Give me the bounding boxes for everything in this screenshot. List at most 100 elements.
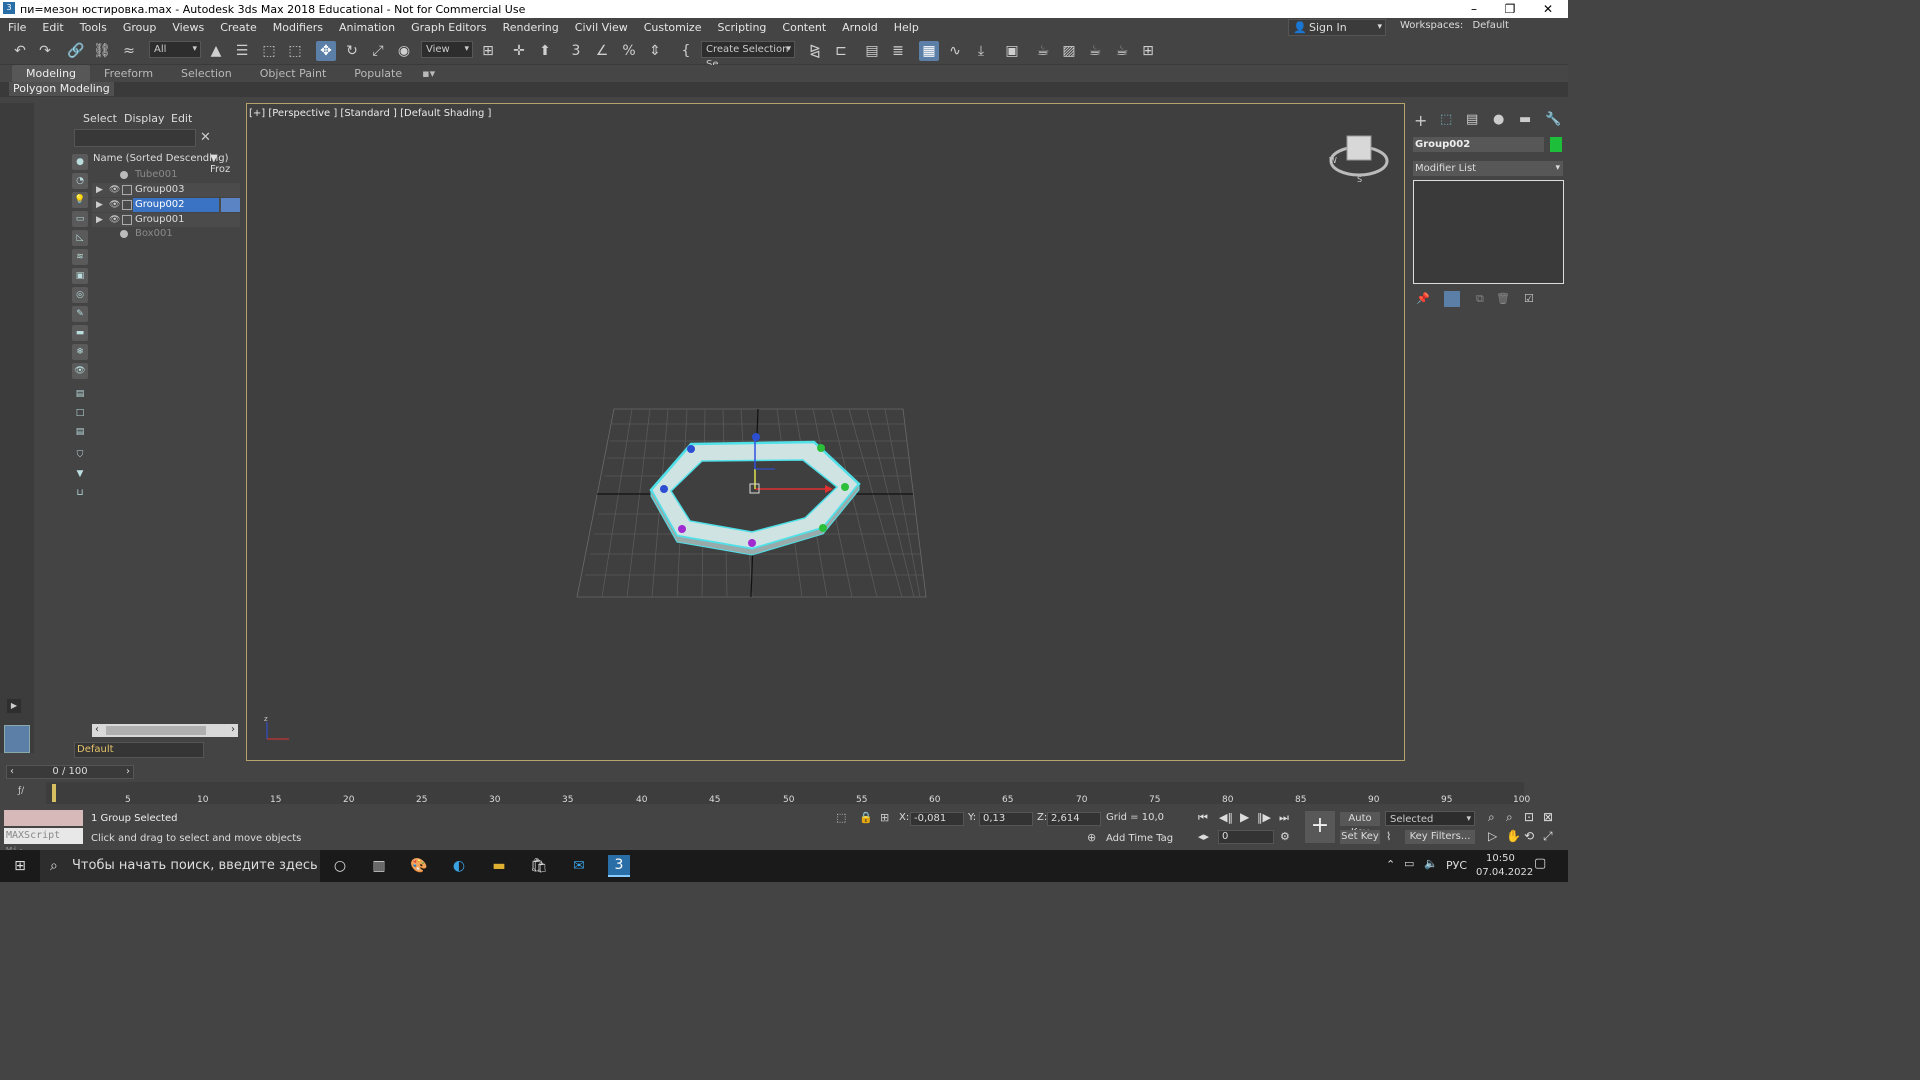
scene-horizontal-scrollbar[interactable]: ‹ › <box>92 724 238 737</box>
material-editor-icon[interactable]: ▣ <box>1002 41 1022 61</box>
display-shapes-icon[interactable]: ◔ <box>72 173 88 189</box>
play-icon[interactable]: ▶ <box>1240 810 1249 824</box>
window-crossing-icon[interactable]: ⬚ <box>285 41 305 61</box>
display-hidden-icon[interactable]: 👁 <box>72 363 88 379</box>
scene-row-group003[interactable]: ▶ 👁 Group003 <box>92 183 240 197</box>
menu-create[interactable]: Create <box>212 21 265 34</box>
taskbar-search[interactable]: ⌕ Чтобы начать поиск, введите здесь <box>40 850 320 882</box>
next-key-icon[interactable]: ‖▶ <box>1257 811 1271 824</box>
redo-icon[interactable]: ↷ <box>35 41 55 61</box>
make-unique-icon[interactable]: ⧉ <box>1476 292 1484 306</box>
clock-date[interactable]: 07.04.2022 <box>1476 867 1533 878</box>
filter-children-icon[interactable]: ⛉ <box>72 447 88 463</box>
layer-dropdown[interactable]: Default <box>74 742 204 758</box>
render-production-icon[interactable]: ☕ <box>1085 41 1105 61</box>
eye-icon[interactable]: 👁 <box>109 213 120 227</box>
create-tab-icon[interactable]: + <box>1414 111 1427 130</box>
notifications-icon[interactable]: ▢ <box>1534 856 1546 871</box>
menu-scripting[interactable]: Scripting <box>709 21 774 34</box>
scene-row-box001[interactable]: Box001 <box>92 227 240 241</box>
undo-icon[interactable]: ↶ <box>10 41 30 61</box>
orbit-icon[interactable]: ⟲ <box>1524 829 1534 843</box>
add-time-tag[interactable]: Add Time Tag <box>1106 833 1173 844</box>
select-move-icon[interactable]: ✥ <box>316 41 336 61</box>
expand-arrow-icon[interactable]: ▶ <box>96 198 103 212</box>
display-spacewarps-icon[interactable]: ≋ <box>72 249 88 265</box>
angle-snap-icon[interactable]: ∠ <box>592 41 612 61</box>
tab-populate[interactable]: Populate <box>340 65 416 82</box>
modifier-stack[interactable] <box>1413 180 1564 284</box>
select-scale-icon[interactable]: ⤢ <box>368 41 388 61</box>
select-place-icon[interactable]: ◉ <box>394 41 414 61</box>
remove-modifier-icon[interactable]: 🗑 <box>1496 292 1510 305</box>
3ds-max-taskbar-icon[interactable]: 3 <box>608 855 630 877</box>
se-tab-edit[interactable]: Edit <box>171 112 192 125</box>
scroll-left-icon[interactable]: ‹ <box>95 724 99 735</box>
scene-row-group002[interactable]: ▶ 👁 Group002 <box>92 198 240 212</box>
display-xrefs-icon[interactable]: ◎ <box>72 287 88 303</box>
menu-civil-view[interactable]: Civil View <box>567 21 636 34</box>
time-marker[interactable] <box>52 784 56 802</box>
display-tab-icon[interactable]: ▬ <box>1519 112 1531 127</box>
menu-content[interactable]: Content <box>774 21 834 34</box>
select-rotate-icon[interactable]: ↻ <box>342 41 362 61</box>
scene-row-group001[interactable]: ▶ 👁 Group001 <box>92 213 240 227</box>
tab-selection[interactable]: Selection <box>167 65 246 82</box>
polygon-modeling-panel[interactable]: Polygon Modeling <box>9 82 114 96</box>
selection-set-dropdown[interactable]: Selected <box>1385 811 1475 827</box>
language-indicator[interactable]: РУС <box>1446 859 1467 872</box>
tab-object-paint[interactable]: Object Paint <box>246 65 341 82</box>
goto-end-icon[interactable]: ⏭ <box>1279 811 1289 825</box>
set-key-button[interactable]: Set Key <box>1340 830 1380 844</box>
display-all-icon[interactable]: ▤ <box>72 386 88 402</box>
se-tab-select[interactable]: Select <box>83 112 117 125</box>
display-none-icon[interactable]: □ <box>72 405 88 421</box>
cortana-icon[interactable]: ○ <box>329 855 351 877</box>
layer-explorer-icon[interactable]: ≣ <box>888 41 908 61</box>
zoom-icon[interactable]: ⌕ <box>1488 810 1495 825</box>
menu-customize[interactable]: Customize <box>636 21 710 34</box>
next-frame-icon[interactable]: › <box>126 766 130 778</box>
rendered-frame-icon[interactable]: ▨ <box>1059 41 1079 61</box>
key-filters-button[interactable]: Key Filters... <box>1405 830 1475 844</box>
scroll-right-icon[interactable]: › <box>231 724 235 735</box>
rect-selection-icon[interactable]: ⬚ <box>259 41 279 61</box>
eye-icon[interactable]: 👁 <box>109 198 120 212</box>
viewport-layout-icon[interactable] <box>4 725 30 753</box>
select-by-name-icon[interactable]: ☰ <box>232 41 252 61</box>
filter-icon[interactable]: ▼ <box>72 466 88 482</box>
object-color-swatch[interactable] <box>1550 137 1562 152</box>
current-frame-field[interactable]: 0 <box>1218 830 1274 844</box>
display-invert-icon[interactable]: ▤ <box>72 424 88 440</box>
display-geometry-icon[interactable]: ● <box>72 154 88 170</box>
menu-modifiers[interactable]: Modifiers <box>265 21 331 34</box>
column-name-header[interactable]: Name (Sorted Descending) <box>93 153 229 164</box>
viewcube[interactable]: W S <box>1329 135 1389 184</box>
zoom-extents-icon[interactable]: ⊡ <box>1524 810 1534 824</box>
pin-stack-icon[interactable]: 📌 <box>1416 292 1430 305</box>
zoom-all-icon[interactable]: ⌕ <box>1506 810 1513 825</box>
selection-filter-dropdown[interactable]: All <box>149 41 201 58</box>
key-mode-icon[interactable]: ◂▸ <box>1198 830 1209 843</box>
paint-icon[interactable]: 🎨 <box>408 855 430 877</box>
sign-in-button[interactable]: 👤 Sign In ▾ <box>1288 19 1386 36</box>
menu-help[interactable]: Help <box>886 21 927 34</box>
modify-tab-icon[interactable]: ⬚ <box>1440 112 1452 127</box>
perspective-viewport[interactable]: W S z <box>246 103 1405 761</box>
display-cameras-icon[interactable]: ▭ <box>72 211 88 227</box>
menu-group[interactable]: Group <box>115 21 165 34</box>
display-containers-icon[interactable]: ▬ <box>72 325 88 341</box>
y-coordinate-field[interactable]: 0,13 <box>979 812 1033 826</box>
scene-explorer-icon[interactable]: ▤ <box>862 41 882 61</box>
restore-button[interactable]: ❐ <box>1492 0 1528 18</box>
default-tangents-icon[interactable]: ⌇ <box>1386 830 1391 843</box>
render-online-icon[interactable]: ⊞ <box>1138 41 1158 61</box>
maxscript-mini-listener[interactable]: MAXScript Mi: <box>4 828 83 857</box>
maxscript-listener-output[interactable] <box>4 810 83 826</box>
render-iterative-icon[interactable]: ☕ <box>1112 41 1132 61</box>
select-object-icon[interactable]: ▲ <box>206 41 226 61</box>
goto-start-icon[interactable]: ⏮ <box>1198 811 1208 825</box>
ribbon-options-icon[interactable]: ▪▾ <box>416 65 441 82</box>
viewport-label[interactable]: [+] [Perspective ] [Standard ] [Default … <box>249 108 491 119</box>
eye-icon[interactable]: 👁 <box>109 183 120 197</box>
